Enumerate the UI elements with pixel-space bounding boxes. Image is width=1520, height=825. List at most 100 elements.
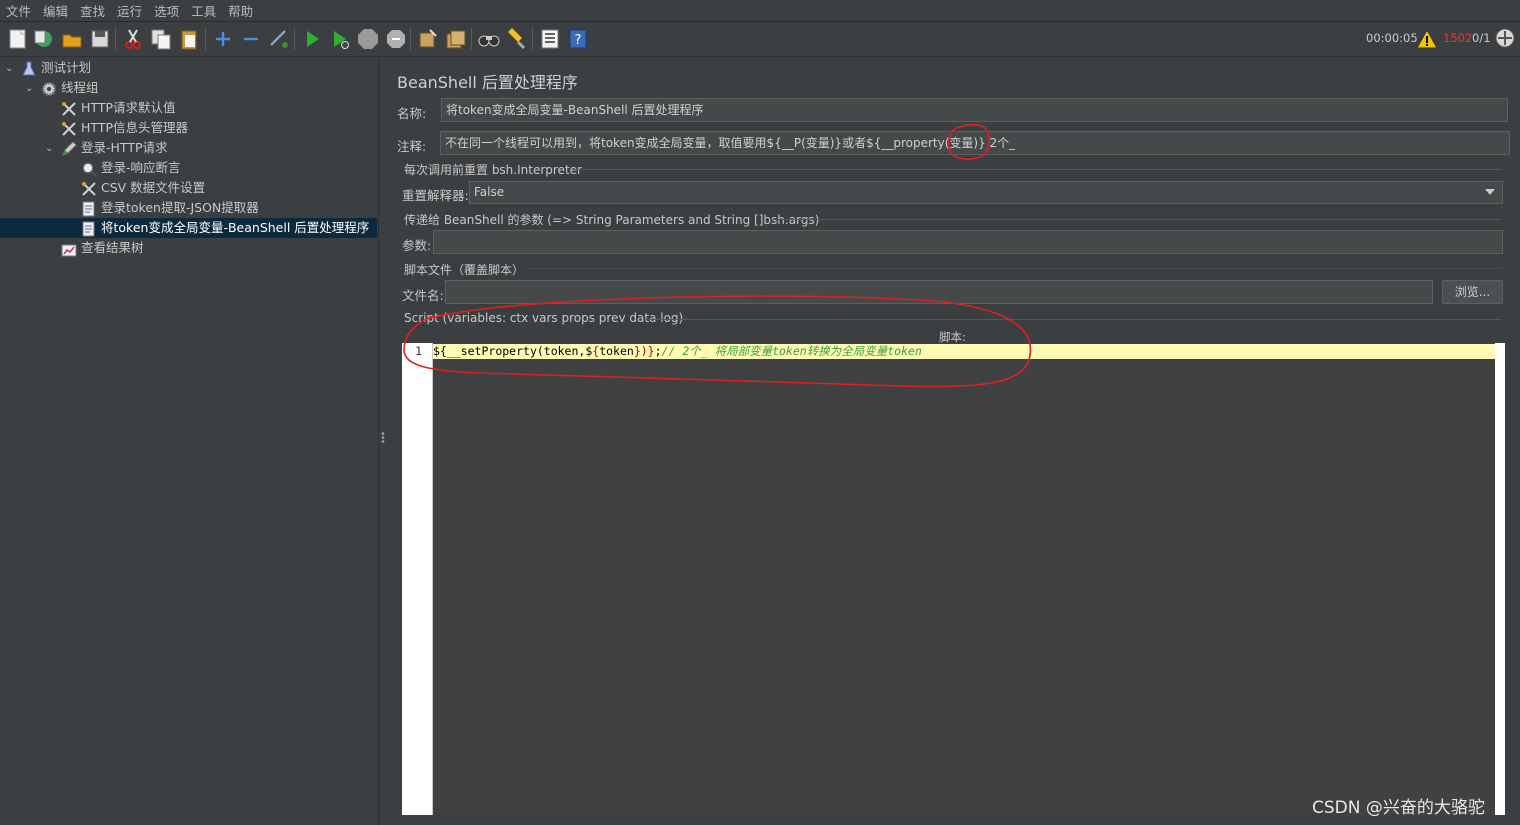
- toolbar-separator: [471, 28, 472, 50]
- pencil-icon: [62, 140, 77, 156]
- menu-edit[interactable]: 编辑: [37, 0, 74, 21]
- tools-icon: [62, 121, 76, 136]
- tree-node-test-plan[interactable]: 测试计划: [21, 58, 91, 78]
- menu-search[interactable]: 查找: [74, 0, 111, 21]
- file-group-title: 脚本文件（覆盖脚本）: [404, 261, 529, 278]
- tree-node-csv-config[interactable]: CSV 数据文件设置: [81, 178, 205, 198]
- document-icon: [82, 221, 95, 236]
- copy-icon[interactable]: [149, 27, 173, 51]
- tree-node-thread-group[interactable]: 线程组: [41, 78, 99, 98]
- flask-icon: [22, 61, 36, 75]
- magnifier-icon: [82, 161, 97, 177]
- stop-icon[interactable]: [356, 27, 380, 51]
- save-icon[interactable]: [88, 27, 112, 51]
- shutdown-icon[interactable]: [384, 27, 408, 51]
- menu-tools[interactable]: 工具: [185, 0, 222, 21]
- code-close: })}: [633, 344, 655, 358]
- params-field[interactable]: [433, 230, 1503, 254]
- group-divider: [574, 169, 1502, 170]
- group-divider: [400, 268, 1502, 269]
- search-icon[interactable]: [477, 27, 501, 51]
- expand-icon[interactable]: [211, 27, 235, 51]
- comment-note: 2个_: [989, 136, 1016, 150]
- tree-node-beanshell-postprocessor[interactable]: 将token变成全局变量-BeanShell 后置处理程序: [0, 218, 377, 238]
- code-var: token: [599, 344, 634, 358]
- menu-bar: 文件 编辑 查找 运行 选项 工具 帮助: [0, 0, 1520, 22]
- watermark: CSDN @兴奋的大骆驼: [1312, 798, 1485, 818]
- toolbar-separator: [205, 28, 206, 50]
- test-plan-tree: ⌄ 测试计划 ⌄ 线程组 HTTP请求默认值 HTTP信息头管理器 ⌄ 登录-H…: [0, 57, 378, 825]
- clear-icon[interactable]: [416, 27, 440, 51]
- script-text-area[interactable]: [433, 343, 1495, 815]
- reset-selected-value: False: [474, 185, 505, 199]
- tree-node-results-tree[interactable]: 查看结果树: [61, 238, 144, 258]
- tools-icon: [82, 181, 96, 196]
- reset-search-icon[interactable]: [505, 27, 529, 51]
- name-field[interactable]: 将token变成全局变量-BeanShell 后置处理程序: [441, 98, 1508, 122]
- dropdown-arrow-icon[interactable]: [1485, 188, 1495, 196]
- tree-node-response-assertion[interactable]: 登录-响应断言: [81, 158, 181, 178]
- tools-icon: [62, 101, 76, 116]
- gear-icon: [41, 81, 57, 96]
- elapsed-timer: 00:00:05: [1366, 31, 1418, 45]
- chart-icon: [61, 244, 77, 256]
- open-icon[interactable]: [60, 27, 84, 51]
- code-comment: // 2个_ 将局部变量token转换为全局变量token: [661, 344, 922, 358]
- toolbar-separator: [294, 28, 295, 50]
- file-name-label: 文件名:: [402, 288, 444, 303]
- menu-run[interactable]: 运行: [111, 0, 148, 21]
- toolbar-separator: [410, 28, 411, 50]
- new-icon[interactable]: [6, 27, 30, 51]
- script-group-title: Script (variables: ctx vars props prev d…: [404, 311, 688, 325]
- line-number-gutter: [402, 343, 433, 815]
- splitter-grip[interactable]: • • •: [380, 430, 386, 448]
- code-semicolon: ;: [654, 344, 662, 358]
- code-func: __setProperty(token,$: [446, 344, 593, 358]
- start-icon[interactable]: [300, 27, 324, 51]
- function-helper-icon[interactable]: [538, 27, 562, 51]
- warning-count: 1502: [1443, 31, 1473, 45]
- collapse-caret[interactable]: ⌄: [5, 64, 15, 74]
- browse-button[interactable]: 浏览...: [1442, 280, 1503, 304]
- clear-all-icon[interactable]: [444, 27, 468, 51]
- comment-label: 注释:: [397, 139, 427, 154]
- file-name-field[interactable]: [445, 280, 1433, 304]
- toolbar-separator: [115, 28, 116, 50]
- remote-status-icon: [1495, 28, 1515, 48]
- toolbar: ?: [0, 22, 1520, 57]
- group-divider: [771, 219, 1502, 220]
- comment-field[interactable]: 不在同一个线程可以用到，将token变成全局变量，取值要用${__P(变量)}或…: [440, 131, 1510, 155]
- reset-interpreter-select[interactable]: False: [469, 181, 1503, 204]
- paste-icon[interactable]: [177, 27, 201, 51]
- collapse-icon[interactable]: [239, 27, 263, 51]
- collapse-caret[interactable]: ⌄: [25, 84, 35, 94]
- name-label: 名称:: [397, 106, 427, 121]
- menu-help[interactable]: 帮助: [222, 0, 259, 21]
- tree-node-login-request[interactable]: 登录-HTTP请求: [61, 138, 168, 158]
- params-label: 参数:: [402, 238, 432, 253]
- warning-icon[interactable]: [1416, 29, 1438, 49]
- tree-node-json-extractor[interactable]: 登录token提取-JSON提取器: [81, 198, 259, 218]
- collapse-caret[interactable]: ⌄: [45, 144, 55, 154]
- thread-count: 0/1: [1472, 31, 1491, 45]
- toolbar-separator: [532, 28, 533, 50]
- menu-options[interactable]: 选项: [148, 0, 185, 21]
- document-icon: [82, 201, 95, 216]
- editor-scrollbar[interactable]: [1495, 359, 1505, 815]
- toggle-icon[interactable]: [267, 27, 291, 51]
- code-open: ${: [433, 344, 447, 358]
- params-group-title: 传递给 BeanShell 的参数 (=> String Parameters …: [404, 213, 820, 227]
- svg-text:?: ?: [575, 33, 582, 48]
- menu-file[interactable]: 文件: [0, 0, 37, 21]
- group-divider: [646, 319, 1502, 320]
- templates-icon[interactable]: [32, 27, 56, 51]
- reset-label: 重置解释器:: [402, 188, 469, 203]
- cut-icon[interactable]: [121, 27, 145, 51]
- tree-node-http-defaults[interactable]: HTTP请求默认值: [61, 98, 176, 118]
- tree-node-header-manager[interactable]: HTTP信息头管理器: [61, 118, 188, 138]
- start-no-pause-icon[interactable]: [328, 27, 352, 51]
- reset-group-title: 每次调用前重置 bsh.Interpreter: [404, 163, 582, 177]
- script-code[interactable]: ${__setProperty(token,${token})};// 2个_ …: [433, 344, 922, 359]
- help-icon[interactable]: ?: [566, 27, 590, 51]
- line-number: 1: [415, 344, 422, 358]
